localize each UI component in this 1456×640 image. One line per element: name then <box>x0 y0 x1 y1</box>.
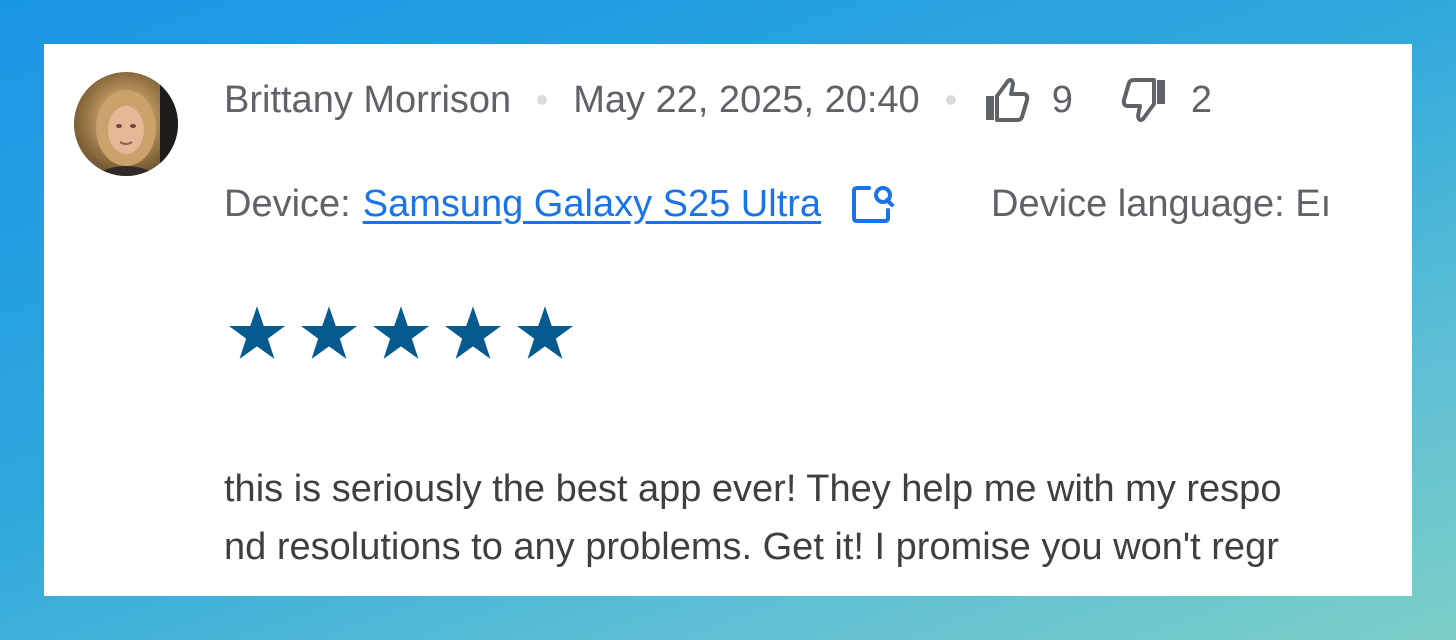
review-card: Brittany Morrison May 22, 2025, 20:40 9 … <box>44 44 1412 596</box>
separator-dot <box>945 95 956 105</box>
review-text-line: nd resolutions to any problems. Get it! … <box>224 526 1279 568</box>
review-content: Brittany Morrison May 22, 2025, 20:40 9 … <box>224 44 1386 596</box>
device-label: Device: <box>224 182 351 225</box>
star-icon <box>300 306 358 359</box>
thumbs-up-icon[interactable] <box>982 78 1030 122</box>
star-icon <box>372 306 430 359</box>
review-header: Brittany Morrison May 22, 2025, 20:40 9 … <box>224 76 1212 124</box>
star-icon <box>228 306 286 359</box>
star-icon <box>516 306 574 359</box>
author-name: Brittany Morrison <box>224 78 512 121</box>
avatar[interactable] <box>74 72 178 176</box>
dislike-count: 2 <box>1190 78 1212 121</box>
device-link[interactable]: Samsung Galaxy S25 Ultra <box>363 183 821 226</box>
review-datetime: May 22, 2025, 20:40 <box>573 78 920 121</box>
thumbs-down-icon[interactable] <box>1121 78 1169 122</box>
separator-dot <box>537 95 548 105</box>
like-count: 9 <box>1051 78 1073 121</box>
star-rating <box>228 306 574 362</box>
device-language: Device language: Eı <box>991 182 1332 225</box>
review-text-line: this is seriously the best app ever! The… <box>224 468 1282 510</box>
device-info: Device: Samsung Galaxy S25 Ultra Device … <box>224 180 1331 228</box>
review-text: this is seriously the best app ever! The… <box>224 460 1281 576</box>
star-icon <box>444 306 502 359</box>
open-in-search-icon[interactable] <box>851 184 895 224</box>
